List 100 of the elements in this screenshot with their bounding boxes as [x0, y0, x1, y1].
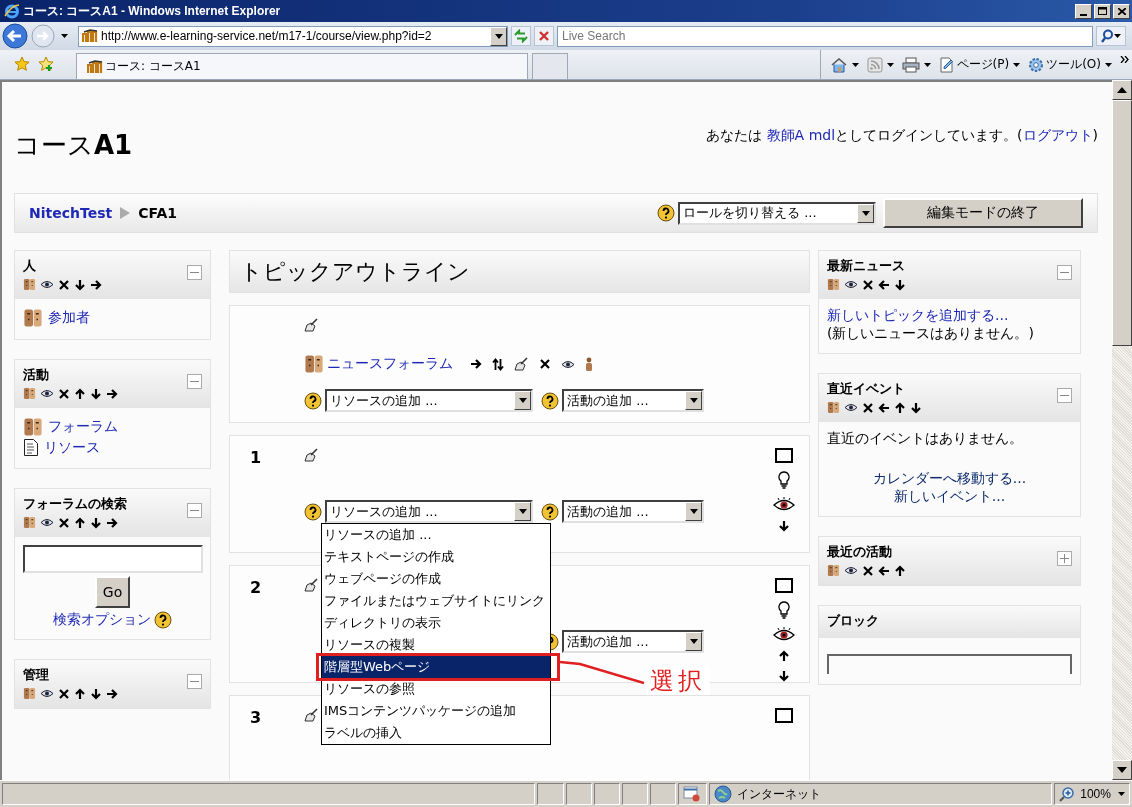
cross-icon[interactable]: [58, 387, 70, 400]
arrow-up-icon[interactable]: [778, 650, 790, 662]
block-select-field[interactable]: [827, 654, 1072, 674]
eye-icon[interactable]: [844, 566, 858, 575]
figures-icon[interactable]: [23, 687, 36, 700]
eye-icon[interactable]: [40, 280, 54, 289]
arrow-down-icon[interactable]: [910, 401, 922, 414]
dropdown-option[interactable]: ディレクトリの表示: [322, 612, 550, 634]
eye-icon[interactable]: [844, 403, 858, 412]
history-caret-icon[interactable]: [61, 34, 68, 38]
arrow-down-icon[interactable]: [90, 387, 102, 400]
maximize-button[interactable]: [1094, 3, 1111, 19]
stop-button[interactable]: [534, 26, 554, 46]
arrow-up-icon[interactable]: [894, 401, 906, 414]
search-input[interactable]: [22, 545, 203, 573]
arrow-down-icon[interactable]: [74, 278, 86, 291]
dropdown-option[interactable]: ウェブページの作成: [322, 568, 550, 590]
dropdown-button[interactable]: [514, 502, 531, 521]
browser-tab[interactable]: コース: コースA1: [76, 53, 528, 79]
dropdown-field[interactable]: 活動の追加 ...: [562, 389, 704, 412]
eye-icon[interactable]: [40, 518, 54, 527]
collapse-button[interactable]: [1057, 388, 1072, 403]
more-chevron-icon[interactable]: [1120, 56, 1129, 63]
arrow-right-icon[interactable]: [470, 358, 482, 370]
minimize-button[interactable]: [1075, 3, 1092, 19]
dropdown-field[interactable]: 活動の追加 ...: [562, 630, 704, 653]
cross-icon[interactable]: [862, 278, 874, 291]
help-icon[interactable]: [304, 391, 322, 410]
dropdown-option[interactable]: テキストページの作成: [322, 546, 550, 568]
close-button[interactable]: [1113, 3, 1130, 19]
dropdown-button[interactable]: [685, 632, 702, 651]
breadcrumb-link[interactable]: NitechTest: [29, 205, 113, 221]
square-icon[interactable]: [775, 448, 793, 463]
dropdown-option[interactable]: ラベルの挿入: [322, 722, 550, 744]
add-favorite-icon[interactable]: [38, 56, 54, 72]
dropdown-button[interactable]: [685, 502, 702, 521]
arrow-down-icon[interactable]: [90, 516, 102, 529]
eye-icon[interactable]: [40, 689, 54, 698]
arrow-up-icon[interactable]: [74, 387, 86, 400]
arrow-down-icon[interactable]: [90, 687, 102, 700]
help-icon[interactable]: [154, 611, 172, 629]
arrow-right-icon[interactable]: [106, 387, 118, 400]
eye-icon[interactable]: [40, 389, 54, 398]
dropdown-option[interactable]: リソースの参照: [322, 678, 550, 700]
edit-icon[interactable]: [304, 708, 319, 722]
dropdown-field[interactable]: ロールを切り替える ...: [678, 201, 876, 225]
collapse-button[interactable]: [187, 374, 202, 389]
arrow-right-icon[interactable]: [90, 278, 102, 291]
dropdown-button[interactable]: [857, 203, 874, 223]
dropdown-option[interactable]: リソースの複製: [322, 634, 550, 656]
favorites-star-icon[interactable]: [14, 56, 30, 72]
vertical-scrollbar[interactable]: [1112, 80, 1132, 780]
tools-menu-button[interactable]: ツール(O): [1025, 56, 1115, 73]
cross-icon[interactable]: [862, 401, 874, 414]
collapse-button[interactable]: [187, 265, 202, 280]
dropdown-button[interactable]: [514, 391, 531, 410]
arrow-up-icon[interactable]: [894, 564, 906, 577]
arrow-right-icon[interactable]: [106, 516, 118, 529]
cross-icon[interactable]: [58, 687, 70, 700]
figures-icon[interactable]: [827, 564, 840, 577]
user-link[interactable]: 教師A mdl: [766, 127, 836, 143]
figures-icon[interactable]: [23, 516, 36, 529]
edit-icon[interactable]: [514, 357, 529, 371]
figures-icon[interactable]: [23, 278, 36, 291]
dropdown-option[interactable]: ファイルまたはウェブサイトにリンク: [322, 590, 550, 612]
cross-icon[interactable]: [58, 278, 70, 291]
square-icon[interactable]: [775, 708, 793, 723]
dropdown-option[interactable]: リソースの追加 ...: [322, 524, 550, 546]
eye-icon[interactable]: [773, 497, 795, 512]
dropdown-field[interactable]: リソースの追加 ...: [325, 389, 533, 412]
dropdown-button[interactable]: [685, 391, 702, 410]
cross-icon[interactable]: [539, 358, 551, 370]
address-field[interactable]: http://www.e-learning-service.net/m17-1/course/view.php?id=2: [78, 25, 508, 47]
figures-icon[interactable]: [827, 278, 840, 291]
cross-icon[interactable]: [862, 564, 874, 577]
cross-icon[interactable]: [58, 516, 70, 529]
collapse-button[interactable]: [187, 674, 202, 689]
activity-link[interactable]: ニュースフォーラム: [327, 355, 453, 373]
arrow-up-icon[interactable]: [74, 516, 86, 529]
help-icon[interactable]: [541, 502, 559, 521]
go-button[interactable]: Go: [94, 576, 131, 608]
search-button[interactable]: [1096, 26, 1126, 46]
figures-icon[interactable]: [23, 387, 36, 400]
arrow-up-icon[interactable]: [74, 687, 86, 700]
dropdown-field[interactable]: 活動の追加 ...: [562, 500, 704, 523]
edit-mode-button[interactable]: 編集モードの終了: [883, 198, 1083, 228]
person-icon[interactable]: [585, 357, 593, 371]
help-icon[interactable]: [541, 391, 559, 410]
add-topic-link[interactable]: 新しいトピックを追加する...: [827, 307, 1072, 325]
arrow-down-icon[interactable]: [778, 670, 790, 682]
address-dropdown-button[interactable]: [490, 26, 507, 46]
dropdown-field[interactable]: リソースの追加 ...: [325, 500, 533, 523]
arrow-down-icon[interactable]: [778, 520, 790, 532]
search-field[interactable]: Live Search: [557, 25, 1093, 47]
page-menu-button[interactable]: ページ(P): [935, 56, 1024, 73]
block-link[interactable]: フォーラム: [48, 418, 118, 436]
figures-icon[interactable]: [827, 401, 840, 414]
eye-icon[interactable]: [773, 627, 795, 642]
blocked-window-icon[interactable]: [683, 786, 702, 802]
edit-icon[interactable]: [304, 448, 319, 462]
